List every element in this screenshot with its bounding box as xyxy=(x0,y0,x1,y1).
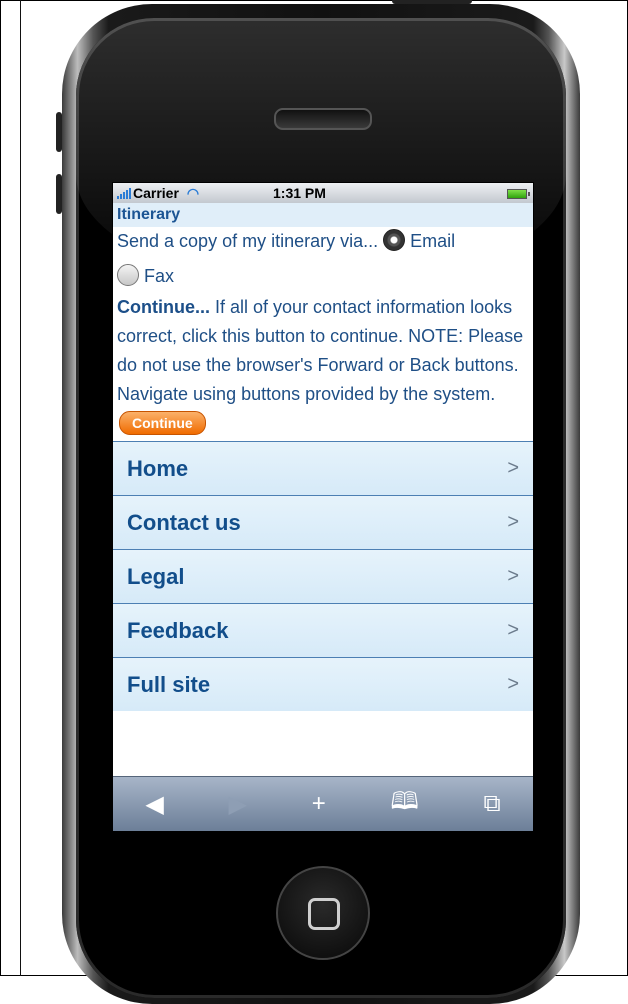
back-arrow-icon[interactable]: ◀ xyxy=(145,790,163,819)
nav-item-label: Feedback xyxy=(127,617,229,643)
nav-item-legal[interactable]: Legal > xyxy=(113,549,533,603)
status-time: 1:31 PM xyxy=(273,185,326,201)
nav-item-label: Contact us xyxy=(127,509,241,535)
continue-paragraph: Continue... If all of your contact infor… xyxy=(113,293,533,409)
fax-row: Fax xyxy=(113,262,533,291)
continue-button[interactable]: Continue xyxy=(119,411,206,435)
chevron-right-icon: > xyxy=(507,565,519,587)
nav-item-home[interactable]: Home > xyxy=(113,441,533,495)
carrier-label: Carrier xyxy=(133,185,179,201)
chevron-right-icon: > xyxy=(507,619,519,641)
left-divider xyxy=(20,0,21,976)
status-bar: Carrier ◠ 1:31 PM xyxy=(113,183,533,203)
battery-icon xyxy=(507,189,530,199)
wifi-icon: ◠ xyxy=(186,184,200,201)
safari-toolbar: ◀ ▶ + 🕮 ⧉ xyxy=(113,776,533,831)
section-title: Itinerary xyxy=(113,203,533,227)
chevron-right-icon: > xyxy=(507,511,519,533)
continue-heading: Continue... xyxy=(117,297,210,317)
pages-icon[interactable]: ⧉ xyxy=(483,790,500,818)
iphone-body: Carrier ◠ 1:31 PM Itinerary Send a copy … xyxy=(56,0,580,1004)
home-button[interactable] xyxy=(276,866,370,960)
nav-item-feedback[interactable]: Feedback > xyxy=(113,603,533,657)
email-radio[interactable] xyxy=(383,229,406,251)
earpiece-speaker xyxy=(274,108,372,130)
signal-icon xyxy=(117,187,131,199)
nav-list: Home > Contact us > Legal > Feedback > F… xyxy=(113,441,533,711)
nav-item-contact-us[interactable]: Contact us > xyxy=(113,495,533,549)
mute-switch xyxy=(56,112,62,152)
bookmarks-icon[interactable]: 🕮 xyxy=(390,784,418,825)
chevron-right-icon: > xyxy=(507,673,519,695)
nav-item-label: Legal xyxy=(127,563,185,589)
fax-label[interactable]: Fax xyxy=(144,266,174,286)
email-label[interactable]: Email xyxy=(410,231,455,251)
nav-item-full-site[interactable]: Full site > xyxy=(113,657,533,711)
power-button xyxy=(392,0,472,4)
nav-item-label: Home xyxy=(127,455,189,481)
chevron-right-icon: > xyxy=(507,457,519,479)
volume-up xyxy=(56,174,62,214)
send-copy-text: Send a copy of my itinerary via... xyxy=(117,231,379,251)
nav-item-label: Full site xyxy=(127,671,211,697)
send-copy-row: Send a copy of my itinerary via... Email xyxy=(113,227,533,256)
fax-radio[interactable] xyxy=(117,264,139,286)
home-square-icon xyxy=(308,898,340,930)
add-icon[interactable]: + xyxy=(312,790,326,818)
forward-arrow-icon[interactable]: ▶ xyxy=(229,790,247,819)
phone-screen: Carrier ◠ 1:31 PM Itinerary Send a copy … xyxy=(112,182,534,832)
